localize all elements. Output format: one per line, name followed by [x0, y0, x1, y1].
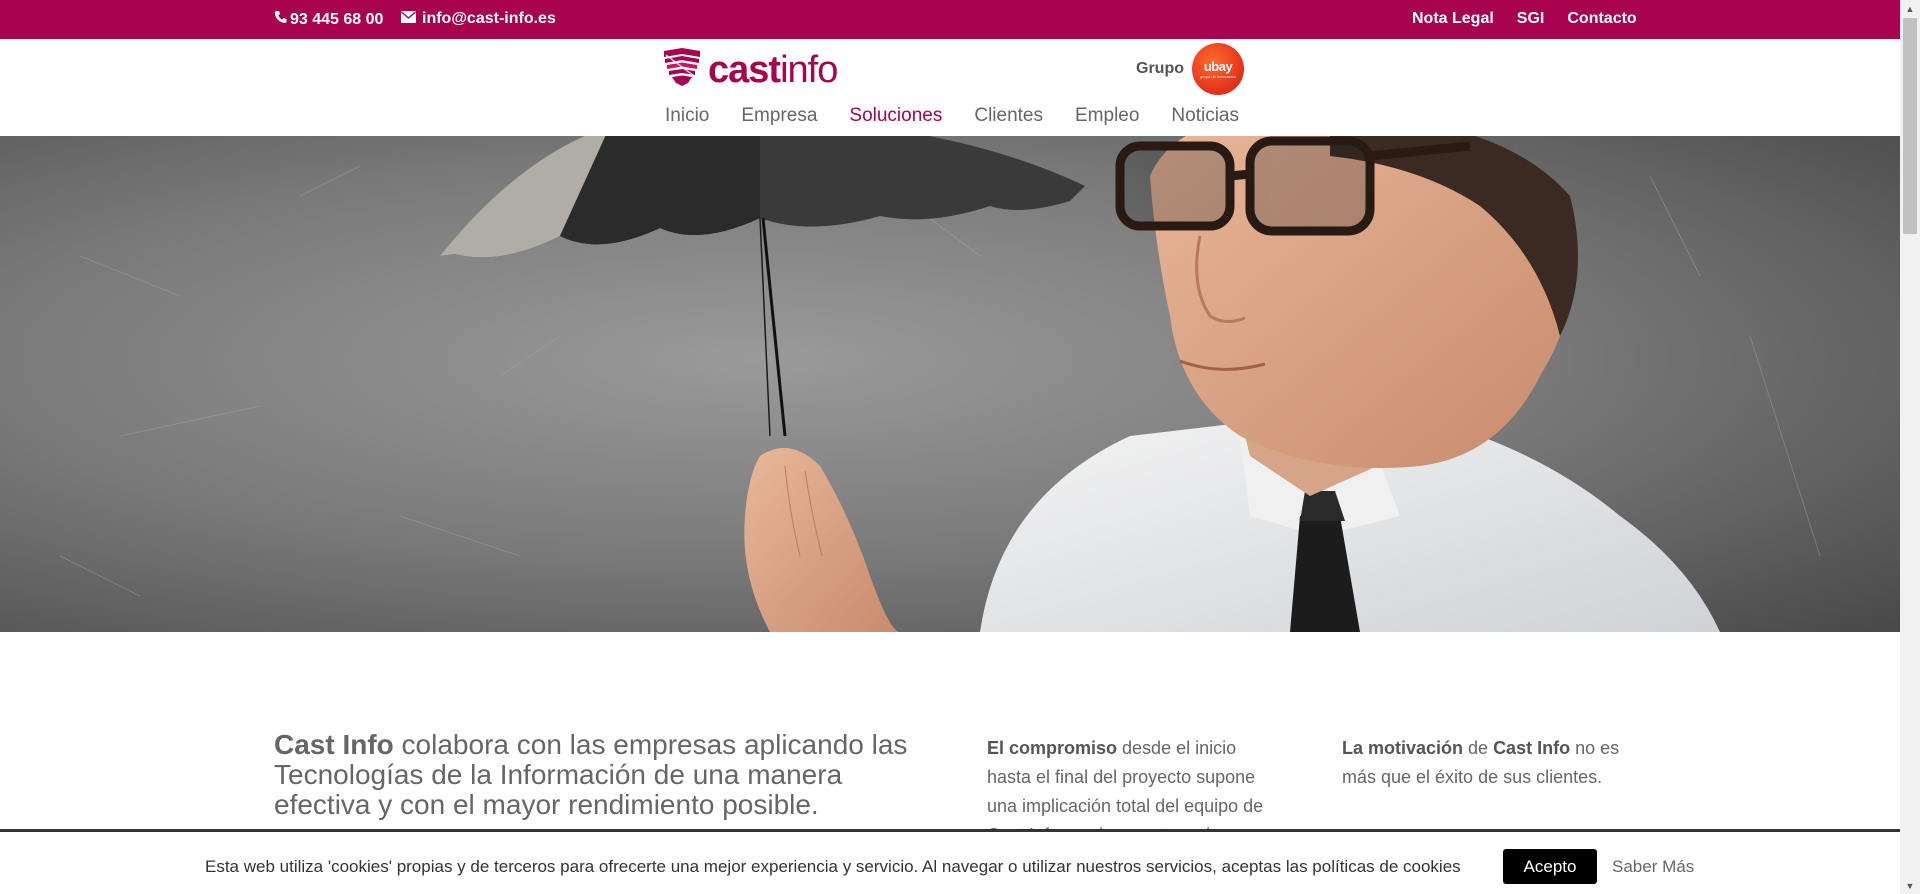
nav-clientes[interactable]: Clientes [974, 105, 1043, 127]
nav-inicio[interactable]: Inicio [665, 105, 709, 127]
motivation-bold: La motivación [1342, 738, 1464, 758]
main-nav: Inicio Empresa Soluciones Clientes Emple… [665, 105, 1239, 127]
motivation-text: La motivación de Cast Info no es más que… [1342, 738, 1620, 787]
top-links: Nota Legal SGI Contacto [1412, 10, 1637, 28]
cookie-accept-button[interactable]: Acepto [1503, 849, 1597, 884]
top-phone[interactable]: 93 445 68 00 [274, 10, 383, 29]
ubay-logo: ubay grupo de innovacion [1192, 43, 1244, 95]
link-contacto[interactable]: Contacto [1567, 10, 1636, 28]
scroll-up-arrow-icon[interactable]: ▲ [1900, 0, 1920, 17]
cookie-banner: Esta web utiliza 'cookies' propias y de … [0, 829, 1900, 894]
grupo-label: Grupo [1136, 60, 1184, 77]
nav-empleo[interactable]: Empleo [1075, 105, 1139, 127]
email-address: info@cast-info.es [422, 10, 556, 27]
top-bar: 93 445 68 00 info@cast-info.es Nota Lega… [0, 0, 1900, 39]
intro-heading: Cast Info colabora con las empresas apli… [274, 730, 914, 820]
link-sgi[interactable]: SGI [1517, 10, 1545, 28]
site-header: castinfo Grupo ubay grupo de innovacion … [0, 39, 1900, 136]
scroll-thumb[interactable] [1903, 18, 1917, 234]
page-scrollbar[interactable]: ▲ ▼ [1900, 0, 1920, 894]
castinfo-logo[interactable]: castinfo [662, 47, 838, 92]
nav-soluciones[interactable]: Soluciones [849, 105, 942, 127]
intro-brand: Cast Info [274, 729, 394, 760]
motivation-brand: Cast Info [1493, 738, 1571, 758]
grupo-ubay[interactable]: Grupo ubay grupo de innovacion [1136, 43, 1244, 95]
hero-illustration [0, 136, 1900, 632]
cookie-text: Esta web utiliza 'cookies' propias y de … [205, 857, 1461, 876]
phone-icon [274, 10, 287, 29]
phone-number: 93 445 68 00 [290, 10, 384, 28]
scroll-down-arrow-icon[interactable]: ▼ [1900, 877, 1920, 894]
top-email[interactable]: info@cast-info.es [401, 10, 556, 28]
envelope-icon [401, 10, 416, 28]
logo-icon [662, 47, 702, 92]
link-nota-legal[interactable]: Nota Legal [1412, 10, 1494, 28]
logo-text: castinfo [708, 48, 838, 91]
cookie-more-link[interactable]: Saber Más [1612, 857, 1694, 877]
nav-empresa[interactable]: Empresa [741, 105, 817, 127]
commitment-bold: El compromiso [987, 738, 1118, 758]
hero-banner [0, 136, 1900, 632]
nav-noticias[interactable]: Noticias [1171, 105, 1239, 127]
